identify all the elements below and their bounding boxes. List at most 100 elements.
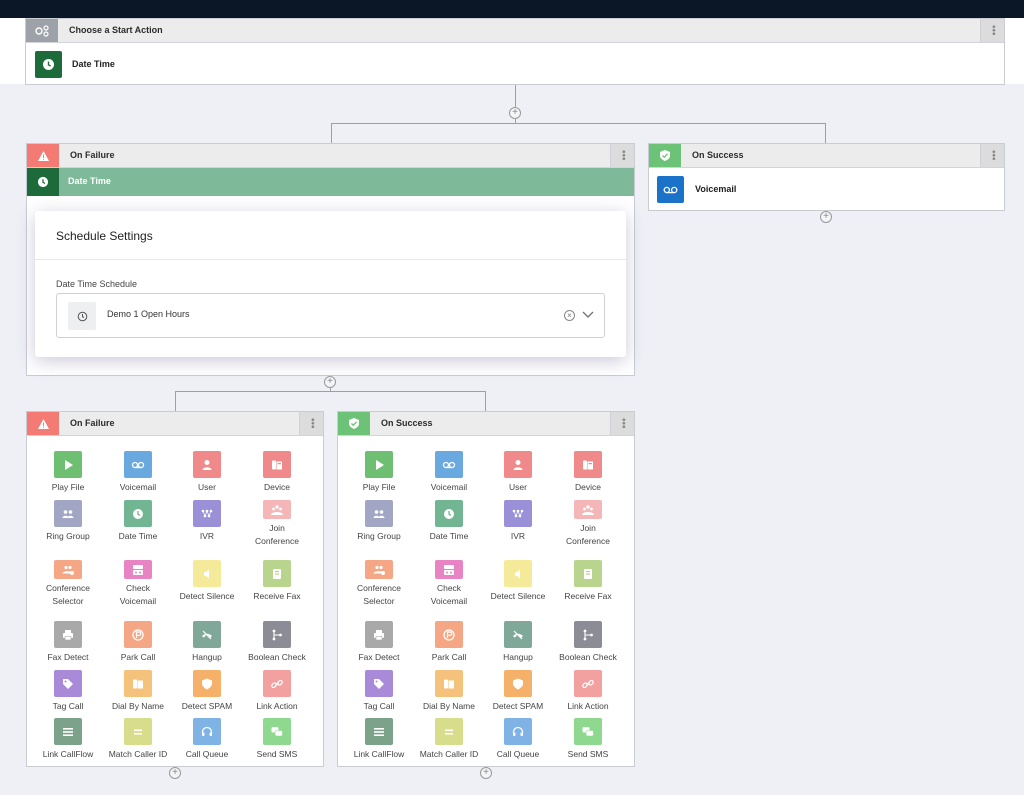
failure-node-menu-button[interactable]: ••• (610, 144, 634, 167)
printer-icon (365, 621, 393, 648)
headset-icon (504, 718, 532, 745)
clear-selection-icon[interactable]: × (564, 310, 575, 321)
action-tile[interactable]: Send SMS (242, 718, 312, 766)
action-tile[interactable]: Receive Fax (553, 560, 623, 608)
nested-failure-node[interactable]: On Failure ••• Play File Voicemail User Dev… (26, 411, 324, 767)
action-tile[interactable]: Fax Detect (33, 621, 103, 669)
start-action-node[interactable]: Choose a Start Action ••• Date Time (25, 18, 1005, 85)
action-tile-label: Link CallFlow (42, 749, 94, 759)
equals-icon (435, 718, 463, 745)
action-tile[interactable]: Hangup (172, 621, 242, 669)
hangup-icon (193, 621, 221, 648)
action-tile[interactable]: IVR (172, 500, 242, 548)
action-tile[interactable]: Join Conference (553, 500, 623, 548)
action-tile[interactable]: Boolean Check (242, 621, 312, 669)
add-success-plus-icon[interactable]: + (820, 211, 832, 223)
chevron-down-icon[interactable] (582, 311, 594, 319)
action-tile[interactable]: IVR (483, 500, 553, 548)
add-nested-success-plus-icon[interactable]: + (480, 767, 492, 779)
action-tile[interactable]: Tag Call (344, 670, 414, 718)
action-tile[interactable]: Ring Group (344, 500, 414, 548)
check-voicemail-icon (435, 560, 463, 579)
action-tile[interactable]: Detect SPAM (483, 670, 553, 718)
action-tile[interactable]: Link CallFlow (344, 718, 414, 766)
action-tile[interactable]: Link CallFlow (33, 718, 103, 766)
start-node-menu-button[interactable]: ••• (980, 19, 1004, 42)
action-tile[interactable]: Ring Group (33, 500, 103, 548)
action-tile-label: Send SMS (256, 749, 298, 759)
action-tile[interactable]: Detect Silence (172, 560, 242, 608)
action-tile-label: Play File (362, 482, 396, 492)
action-tile[interactable]: Call Queue (483, 718, 553, 766)
link-icon (263, 670, 291, 697)
action-tile[interactable]: Link Action (553, 670, 623, 718)
action-tile-label: User (198, 482, 216, 492)
schedule-selected-value: Demo 1 Open Hours (107, 309, 190, 319)
action-tile[interactable]: Detect SPAM (172, 670, 242, 718)
conference-selector-icon (54, 560, 82, 579)
schedule-select[interactable]: Demo 1 Open Hours × (56, 293, 605, 338)
action-tile-label: Link Action (256, 701, 298, 711)
action-tile-label: Join Conference (566, 523, 610, 546)
action-tile[interactable]: Check Voicemail (414, 560, 484, 608)
tag-icon (365, 670, 393, 697)
action-tile[interactable]: Device (242, 451, 312, 499)
success-node-header: On Success ••• (649, 144, 1004, 168)
action-tile-label: Tag Call (363, 701, 395, 711)
connector (331, 123, 826, 124)
action-tile[interactable]: Play File (344, 451, 414, 499)
success-node-menu-button[interactable]: ••• (980, 144, 1004, 167)
action-tile[interactable]: Receive Fax (242, 560, 312, 608)
datetime-action-bar[interactable]: Date Time (27, 168, 634, 196)
action-tile-label: Conference Selector (46, 583, 90, 606)
action-tile-label: Match Caller ID (108, 749, 168, 759)
action-tile[interactable]: Hangup (483, 621, 553, 669)
top-app-bar (0, 0, 1024, 18)
action-tile-label: Park Call (431, 652, 467, 662)
action-tile[interactable]: Check Voicemail (103, 560, 173, 608)
action-tile-label: Detect SPAM (181, 701, 233, 711)
action-tile[interactable]: Send SMS (553, 718, 623, 766)
action-tile[interactable]: Match Caller ID (103, 718, 173, 766)
action-tile-label: Receive Fax (253, 591, 301, 601)
action-tile-label: Detect Silence (490, 591, 546, 601)
action-tile-label: Link CallFlow (353, 749, 405, 759)
action-tile[interactable]: Tag Call (33, 670, 103, 718)
add-failure-plus-icon[interactable]: + (324, 376, 336, 388)
action-tile[interactable]: Detect Silence (483, 560, 553, 608)
add-branch-plus-icon[interactable]: + (509, 107, 521, 119)
ivr-icon (504, 500, 532, 527)
action-tile[interactable]: Link Action (242, 670, 312, 718)
action-tile-label: Device (264, 482, 290, 492)
callflow-icon (54, 718, 82, 745)
action-tile[interactable]: Dial By Name (414, 670, 484, 718)
sms-icon (263, 718, 291, 745)
action-tile[interactable]: Date Time (103, 500, 173, 548)
action-tile[interactable]: Voicemail (103, 451, 173, 499)
action-tile[interactable]: Call Queue (172, 718, 242, 766)
connector (331, 123, 332, 144)
equals-icon (124, 718, 152, 745)
action-tile[interactable]: Dial By Name (103, 670, 173, 718)
action-tile[interactable]: Fax Detect (344, 621, 414, 669)
action-tile[interactable]: Join Conference (242, 500, 312, 548)
conference-icon (263, 500, 291, 519)
action-tile[interactable]: User (172, 451, 242, 499)
action-tile-label: Check Voicemail (430, 583, 468, 606)
action-tile[interactable]: Boolean Check (553, 621, 623, 669)
action-tile[interactable]: Voicemail (414, 451, 484, 499)
park-icon (124, 621, 152, 648)
action-tile[interactable]: Play File (33, 451, 103, 499)
action-tile[interactable]: User (483, 451, 553, 499)
voicemail-icon (435, 451, 463, 478)
action-tile[interactable]: Match Caller ID (414, 718, 484, 766)
action-tile[interactable]: Park Call (414, 621, 484, 669)
nested-success-node[interactable]: On Success ••• Play File Voicemail User Dev… (337, 411, 635, 767)
action-tile[interactable]: Conference Selector (344, 560, 414, 608)
action-tile[interactable]: Park Call (103, 621, 173, 669)
action-tile[interactable]: Device (553, 451, 623, 499)
success-branch-node[interactable]: On Success ••• Voicemail (648, 143, 1005, 211)
action-tile[interactable]: Conference Selector (33, 560, 103, 608)
action-tile[interactable]: Date Time (414, 500, 484, 548)
add-nested-failure-plus-icon[interactable]: + (169, 767, 181, 779)
